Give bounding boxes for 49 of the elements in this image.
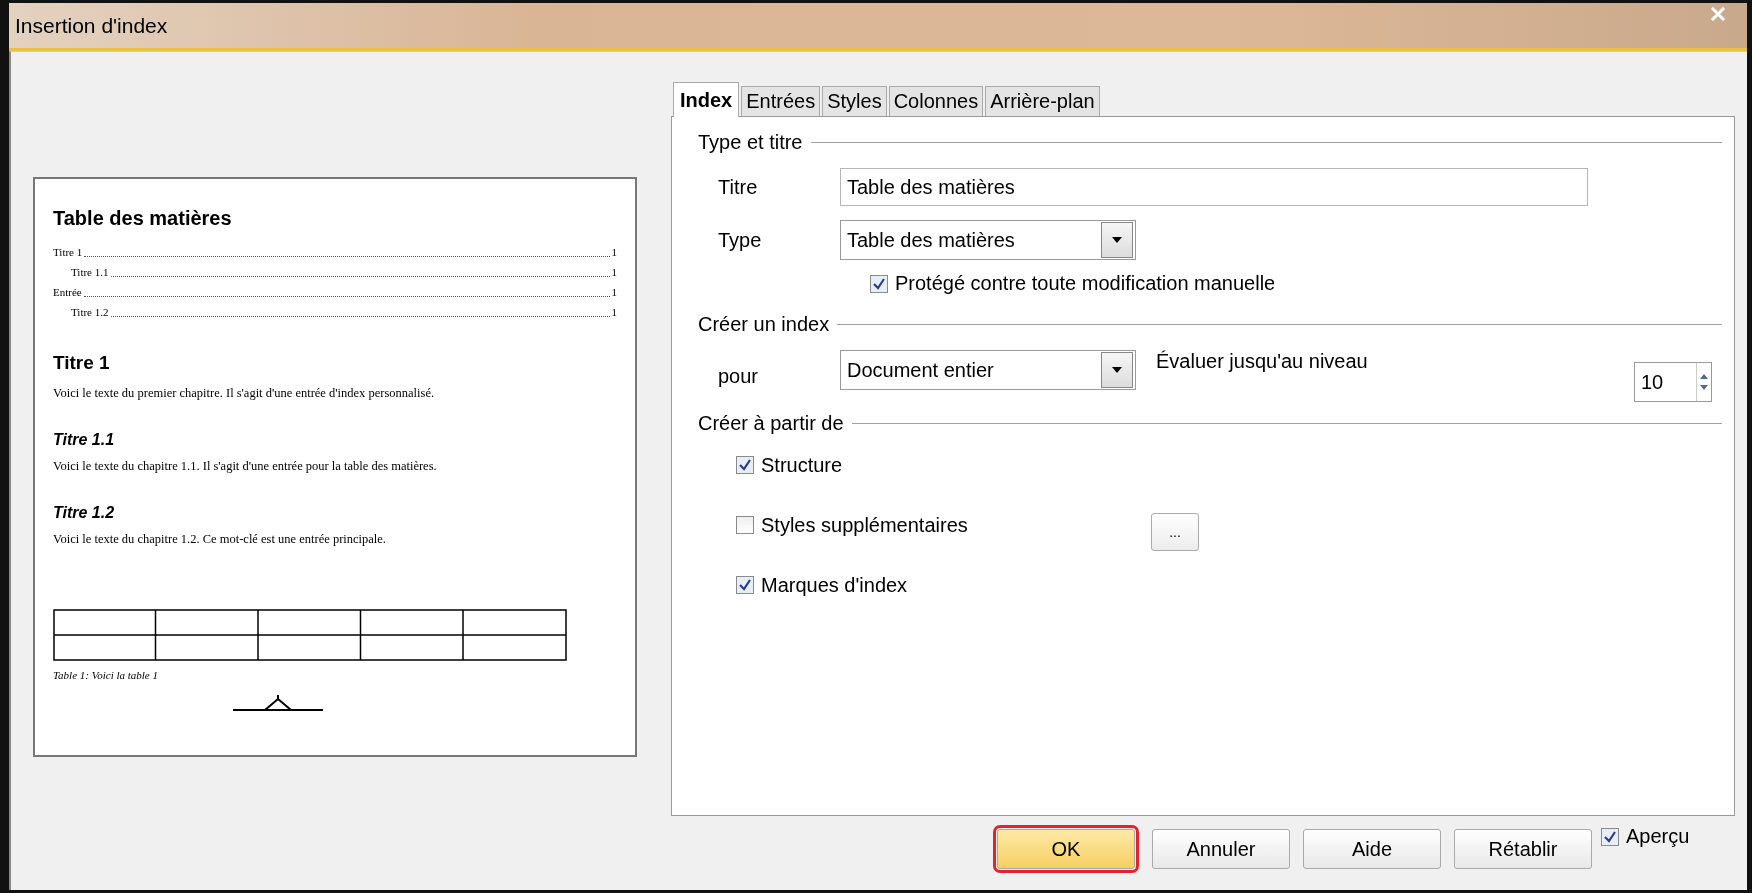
tab[interactable]: Colonnes	[888, 86, 984, 116]
caret-icon	[1111, 366, 1123, 374]
browse-button[interactable]: ...	[1151, 513, 1199, 551]
tab[interactable]: Arrière-plan	[985, 86, 1100, 116]
type-dropdown[interactable]: Table des matières	[840, 220, 1136, 260]
window-title: Insertion d'index	[15, 13, 168, 38]
checkbox[interactable]	[736, 516, 754, 534]
field-label: Évaluer jusqu'au niveau	[1156, 350, 1369, 373]
checkbox-label: Structure	[761, 453, 844, 477]
checkbox[interactable]	[1601, 827, 1619, 846]
checkbox[interactable]	[736, 576, 754, 594]
checkbox[interactable]	[736, 456, 754, 474]
checkbox-label: Aperçu	[1626, 825, 1690, 848]
tab[interactable]: Styles	[822, 86, 887, 116]
preview-paragraph: Voici le texte du premier chapitre. Il s'agit d'une entrée d'index personnalisé.	[53, 386, 436, 401]
checkbox[interactable]	[870, 274, 888, 293]
checkbox-label: Protégé contre toute modification manuelle	[895, 272, 1276, 295]
toc-entry: Titre 1.2	[71, 305, 109, 320]
page-number: 1	[611, 285, 617, 300]
dialog-button[interactable]: Aide	[1303, 829, 1441, 869]
field-label: Titre	[717, 175, 759, 199]
checkbox-label: Styles supplémentaires	[761, 513, 969, 537]
dialog-button[interactable]: Annuler	[1152, 829, 1290, 869]
page-number: 1	[611, 265, 617, 280]
tab[interactable]: Index	[673, 82, 740, 117]
checkbox-label: Marques d'index	[761, 573, 909, 597]
page-number: 1	[611, 245, 617, 260]
preview-section-title: Titre 1	[53, 352, 111, 374]
table-caption: Table 1: Voici la table 1	[53, 669, 159, 681]
toc-entry: Titre 1.1	[71, 265, 109, 280]
toc-entry: Titre 1	[53, 245, 83, 260]
title-field[interactable]: Table des matières	[840, 168, 1588, 206]
preview-section-title: Titre 1.2	[53, 504, 116, 522]
preview-paragraph: Voici le texte du chapitre 1.2. Ce mot-clé est une entrée principale.	[53, 532, 387, 547]
section-heading: Créer à partir de	[698, 412, 844, 435]
preview-paragraph: Voici le texte du chapitre 1.1. Il s'agit d'une entrée pour la table des matières.	[53, 459, 438, 474]
preview-heading: Table des matières	[53, 207, 233, 230]
page-number: 1	[611, 305, 617, 320]
dialog-button[interactable]: Rétablir	[1454, 829, 1592, 869]
tab[interactable]: Entrées	[741, 86, 821, 116]
field-label: Type	[717, 228, 763, 252]
field-label: pour	[717, 364, 760, 388]
level-spinner[interactable]: 10	[1634, 362, 1712, 402]
scope-dropdown[interactable]: Document entier	[840, 350, 1136, 390]
section-heading: Créer un index	[698, 313, 830, 336]
toc-entry: Entrée	[53, 285, 82, 300]
caret-icon	[1111, 236, 1123, 244]
preview-section-title: Titre 1.1	[53, 431, 116, 449]
section-heading: Type et titre	[698, 131, 803, 154]
